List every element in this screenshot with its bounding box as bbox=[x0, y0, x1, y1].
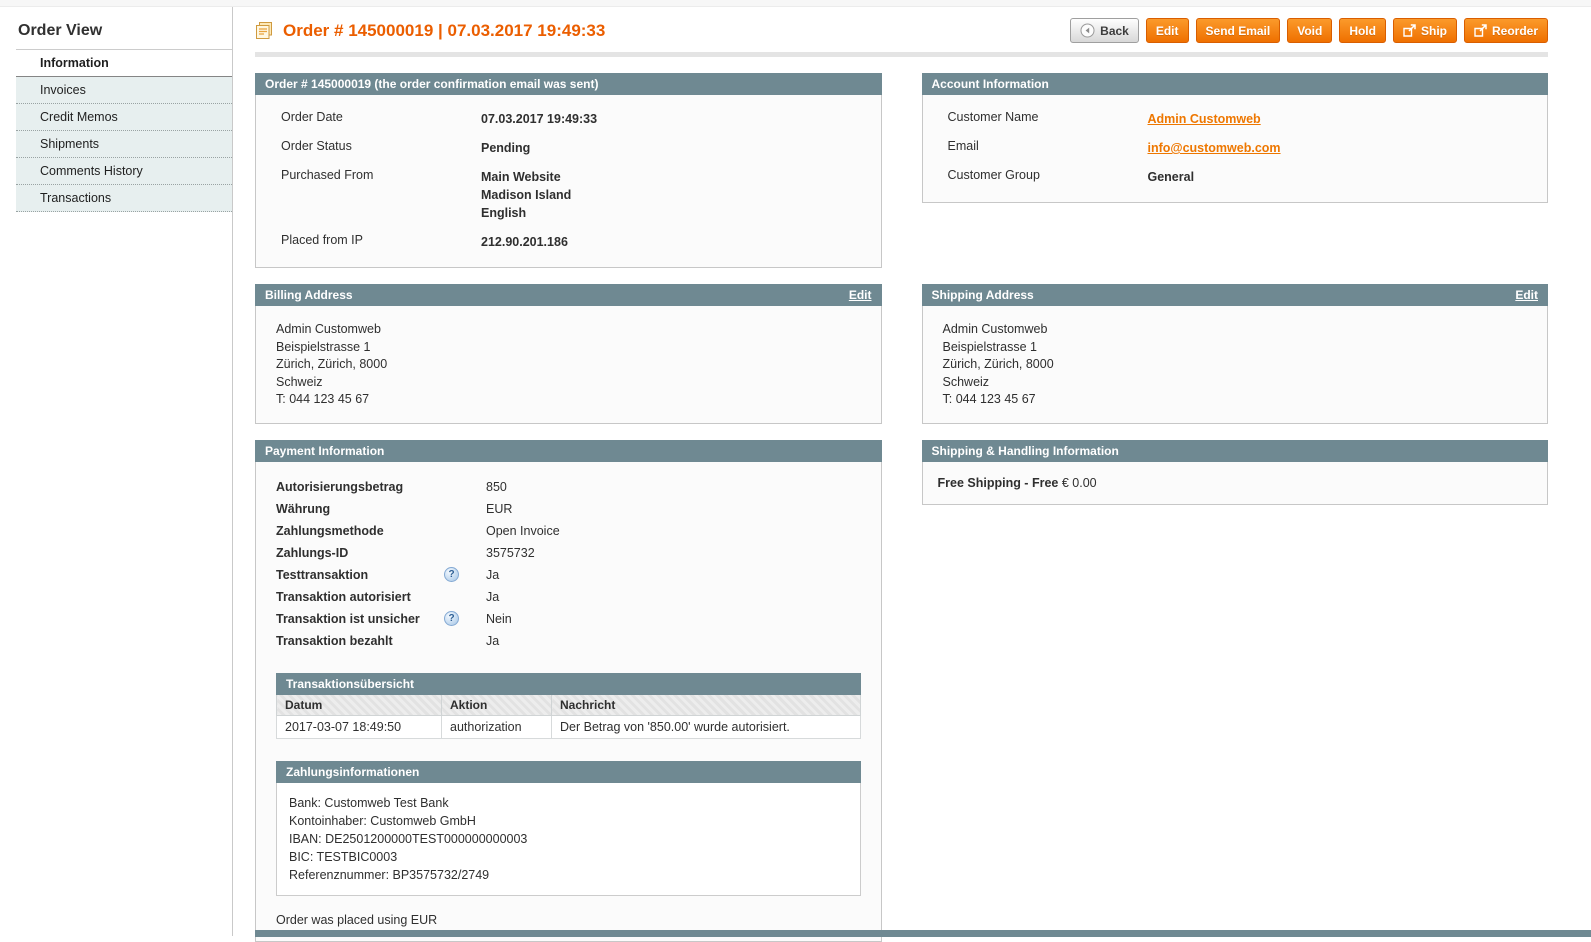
transactions-overview-header: Transaktionsübersicht bbox=[276, 673, 861, 695]
customer-name-row: Customer Name Admin Customweb bbox=[948, 110, 1533, 128]
payment-details-box: Zahlungsinformationen Bank: Customweb Te… bbox=[276, 761, 861, 896]
payment-details-text: Bank: Customweb Test Bank Kontoinhaber: … bbox=[276, 783, 861, 896]
customer-email-row: Email info@customweb.com bbox=[948, 139, 1533, 157]
column-header-datum: Datum bbox=[277, 695, 442, 716]
payment-row: Testtransaktion ? Ja bbox=[276, 565, 866, 585]
payment-row: Autorisierungsbetrag 850 bbox=[276, 477, 866, 497]
reorder-button[interactable]: Reorder bbox=[1464, 18, 1548, 43]
order-status-row: Order Status Pending bbox=[281, 139, 866, 157]
sidebar-item-invoices[interactable]: Invoices bbox=[16, 77, 232, 104]
placed-from-ip-row: Placed from IP 212.90.201.186 bbox=[281, 233, 866, 251]
shipping-address-panel: Shipping Address Edit Admin Customweb Be… bbox=[922, 284, 1549, 424]
billing-address-text: Admin Customweb Beispielstrasse 1 Zürich… bbox=[255, 306, 882, 424]
payment-info-panel: Payment Information Autorisierungsbetrag… bbox=[255, 440, 882, 942]
order-info-panel: Order # 145000019 (the order confirmatio… bbox=[255, 73, 882, 268]
customer-group-row: Customer Group General bbox=[948, 168, 1533, 186]
customer-email-label: Email bbox=[948, 139, 1148, 157]
sidebar-item-credit-memos[interactable]: Credit Memos bbox=[16, 104, 232, 131]
sidebar-title: Order View bbox=[16, 20, 232, 50]
order-info-panel-header: Order # 145000019 (the order confirmatio… bbox=[255, 73, 882, 95]
panels-grid: Order # 145000019 (the order confirmatio… bbox=[255, 73, 1548, 942]
sidebar: Order View Information Invoices Credit M… bbox=[0, 7, 233, 936]
help-question-icon[interactable]: ? bbox=[444, 567, 459, 582]
back-button[interactable]: Back bbox=[1070, 18, 1139, 43]
order-view-layout: Order View Information Invoices Credit M… bbox=[0, 7, 1591, 936]
transaction-action-cell: authorization bbox=[442, 715, 552, 738]
help-question-icon[interactable]: ? bbox=[444, 611, 459, 626]
payment-info-panel-header: Payment Information bbox=[255, 440, 882, 462]
shipping-method-line: Free Shipping - Free € 0.00 bbox=[938, 475, 1533, 491]
ship-button[interactable]: Ship bbox=[1393, 18, 1457, 43]
table-row: 2017-03-07 18:49:50 authorization Der Be… bbox=[277, 715, 861, 738]
payment-row: Transaktion autorisiert Ja bbox=[276, 587, 866, 607]
account-info-panel-header: Account Information bbox=[922, 73, 1549, 95]
order-date-value: 07.03.2017 19:49:33 bbox=[481, 110, 597, 128]
order-status-label: Order Status bbox=[281, 139, 481, 157]
transaction-date-cell: 2017-03-07 18:49:50 bbox=[277, 715, 442, 738]
order-currency-note: Order was placed using EUR bbox=[276, 913, 866, 927]
sidebar-item-shipments[interactable]: Shipments bbox=[16, 131, 232, 158]
order-date-label: Order Date bbox=[281, 110, 481, 128]
payment-row: Zahlungs-ID 3575732 bbox=[276, 543, 866, 563]
main-content: Order # 145000019 | 07.03.2017 19:49:33 … bbox=[233, 7, 1591, 936]
customer-name-label: Customer Name bbox=[948, 110, 1148, 128]
payment-row: Währung EUR bbox=[276, 499, 866, 519]
payment-row: Transaktion ist unsicher ? Nein bbox=[276, 609, 866, 629]
placed-from-ip-value: 212.90.201.186 bbox=[481, 233, 568, 251]
sidebar-item-information[interactable]: Information bbox=[16, 50, 232, 77]
customer-name-link[interactable]: Admin Customweb bbox=[1148, 112, 1261, 126]
shipping-handling-panel: Shipping & Handling Information Free Shi… bbox=[922, 440, 1549, 505]
toolbar: Back Edit Send Email Void Hold Ship bbox=[1070, 18, 1548, 43]
sidebar-menu: Information Invoices Credit Memos Shipme… bbox=[16, 50, 232, 212]
transactions-overview: Transaktionsübersicht Datum Aktion Nachr… bbox=[276, 673, 861, 739]
payment-row: Zahlungsmethode Open Invoice bbox=[276, 521, 866, 541]
payment-row: Transaktion bezahlt Ja bbox=[276, 631, 866, 651]
payment-details-header: Zahlungsinformationen bbox=[276, 761, 861, 783]
order-date-row: Order Date 07.03.2017 19:49:33 bbox=[281, 110, 866, 128]
popup-window-icon bbox=[1403, 24, 1416, 37]
purchased-from-row: Purchased From Main Website Madison Isla… bbox=[281, 168, 866, 222]
page-title: Order # 145000019 | 07.03.2017 19:49:33 bbox=[255, 21, 605, 41]
customer-group-value: General bbox=[1148, 168, 1195, 186]
void-button[interactable]: Void bbox=[1287, 18, 1332, 43]
send-email-button[interactable]: Send Email bbox=[1196, 18, 1281, 43]
billing-address-panel-header: Billing Address Edit bbox=[255, 284, 882, 306]
transactions-table: Datum Aktion Nachricht 2017-03-07 18:49:… bbox=[276, 695, 861, 739]
sidebar-item-transactions[interactable]: Transactions bbox=[16, 185, 232, 212]
customer-email-link[interactable]: info@customweb.com bbox=[1148, 141, 1281, 155]
hold-button[interactable]: Hold bbox=[1339, 18, 1386, 43]
purchased-from-label: Purchased From bbox=[281, 168, 481, 222]
column-header-aktion: Aktion bbox=[442, 695, 552, 716]
circle-left-arrow-icon bbox=[1080, 23, 1095, 38]
account-info-panel: Account Information Customer Name Admin … bbox=[922, 73, 1549, 203]
sidebar-item-comments-history[interactable]: Comments History bbox=[16, 158, 232, 185]
edit-button[interactable]: Edit bbox=[1146, 18, 1189, 43]
transaction-message-cell: Der Betrag von '850.00' wurde autorisier… bbox=[552, 715, 861, 738]
order-status-value: Pending bbox=[481, 139, 530, 157]
next-section-header-partial bbox=[255, 930, 1591, 937]
column-header-nachricht: Nachricht bbox=[552, 695, 861, 716]
billing-address-edit-link[interactable]: Edit bbox=[849, 288, 872, 302]
shipping-address-edit-link[interactable]: Edit bbox=[1515, 288, 1538, 302]
shipping-address-text: Admin Customweb Beispielstrasse 1 Zürich… bbox=[922, 306, 1549, 424]
top-strip bbox=[0, 0, 1591, 7]
page-title-text: Order # 145000019 | 07.03.2017 19:49:33 bbox=[283, 21, 605, 41]
page-header: Order # 145000019 | 07.03.2017 19:49:33 … bbox=[255, 18, 1548, 43]
customer-group-label: Customer Group bbox=[948, 168, 1148, 186]
shipping-handling-panel-header: Shipping & Handling Information bbox=[922, 440, 1549, 462]
placed-from-ip-label: Placed from IP bbox=[281, 233, 481, 251]
header-divider bbox=[255, 52, 1548, 57]
order-note-icon bbox=[255, 22, 275, 40]
popup-window-icon bbox=[1474, 24, 1487, 37]
shipping-address-panel-header: Shipping Address Edit bbox=[922, 284, 1549, 306]
billing-address-panel: Billing Address Edit Admin Customweb Bei… bbox=[255, 284, 882, 424]
purchased-from-value: Main Website Madison Island English bbox=[481, 168, 571, 222]
